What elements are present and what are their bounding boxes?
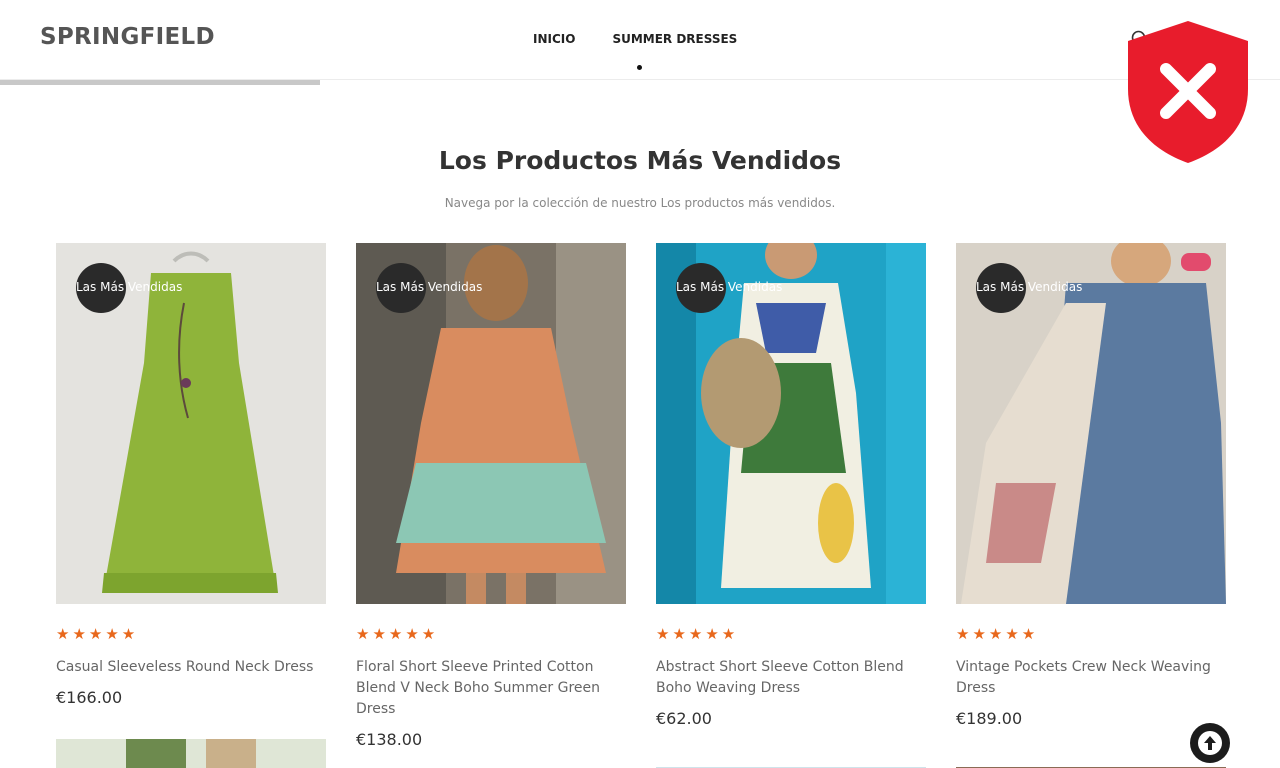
product-title[interactable]: Vintage Pockets Crew Neck Weaving Dress (956, 657, 1218, 699)
rating-stars: ★★★★★ (956, 625, 1039, 643)
rating-stars: ★★★★★ (656, 625, 739, 643)
product-image-partial[interactable] (56, 739, 326, 768)
product-title[interactable]: Casual Sleeveless Round Neck Dress (56, 657, 318, 678)
main-nav: INICIO SUMMER DRESSES (533, 32, 774, 46)
product-price: €189.00 (956, 709, 1023, 728)
product-image-denim-dress[interactable]: Las Más Vendidas (956, 243, 1226, 604)
nav-item-summer-dresses[interactable]: SUMMER DRESSES (612, 32, 737, 46)
product-image-green-dress[interactable]: Las Más Vendidas (56, 243, 326, 604)
bestseller-badge: Las Más Vendidas (676, 280, 783, 294)
product-image-partial[interactable] (656, 760, 926, 768)
product-title[interactable]: Abstract Short Sleeve Cotton Blend Boho … (656, 657, 918, 699)
product-price: €166.00 (56, 688, 123, 707)
product-photo-partial (56, 739, 326, 768)
active-nav-indicator (637, 65, 642, 70)
bestseller-badge: Las Más Vendidas (976, 280, 1083, 294)
product-card[interactable]: Las Más Vendidas ★★★★★ Vintage Pockets C… (956, 243, 1226, 728)
product-card[interactable]: Las Más Vendidas ★★★★★ Casual Sleeveless… (56, 243, 326, 707)
product-card[interactable]: Las Más Vendidas ★★★★★ Abstract Short Sl… (656, 243, 926, 728)
scroll-progress-fill (0, 80, 320, 85)
product-title[interactable]: Floral Short Sleeve Printed Cotton Blend… (356, 657, 618, 720)
rating-stars: ★★★★★ (356, 625, 439, 643)
product-image-floral-dress[interactable]: Las Más Vendidas (356, 243, 626, 604)
product-image-abstract-dress[interactable]: Las Más Vendidas (656, 243, 926, 604)
scroll-progress-bar (0, 80, 1280, 85)
shield-x-icon[interactable] (1126, 19, 1250, 165)
section-subtitle: Navega por la colección de nuestro Los p… (444, 196, 836, 210)
product-price: €138.00 (356, 730, 423, 749)
product-price: €62.00 (656, 709, 712, 728)
nav-item-inicio[interactable]: INICIO (533, 32, 575, 46)
bestseller-badge: Las Más Vendidas (376, 280, 483, 294)
site-logo[interactable]: SPRINGFIELD (40, 24, 215, 50)
product-image-partial[interactable] (956, 760, 1226, 768)
scroll-to-top-button[interactable] (1190, 723, 1230, 763)
product-card[interactable]: Las Más Vendidas ★★★★★ Floral Short Slee… (356, 243, 626, 749)
arrow-up-icon (1198, 731, 1222, 755)
rating-stars: ★★★★★ (56, 625, 139, 643)
section-title: Los Productos Más Vendidos (438, 146, 842, 175)
site-header: SPRINGFIELD INICIO SUMMER DRESSES 0 (0, 0, 1280, 80)
bestseller-badge: Las Más Vendidas (76, 280, 183, 294)
